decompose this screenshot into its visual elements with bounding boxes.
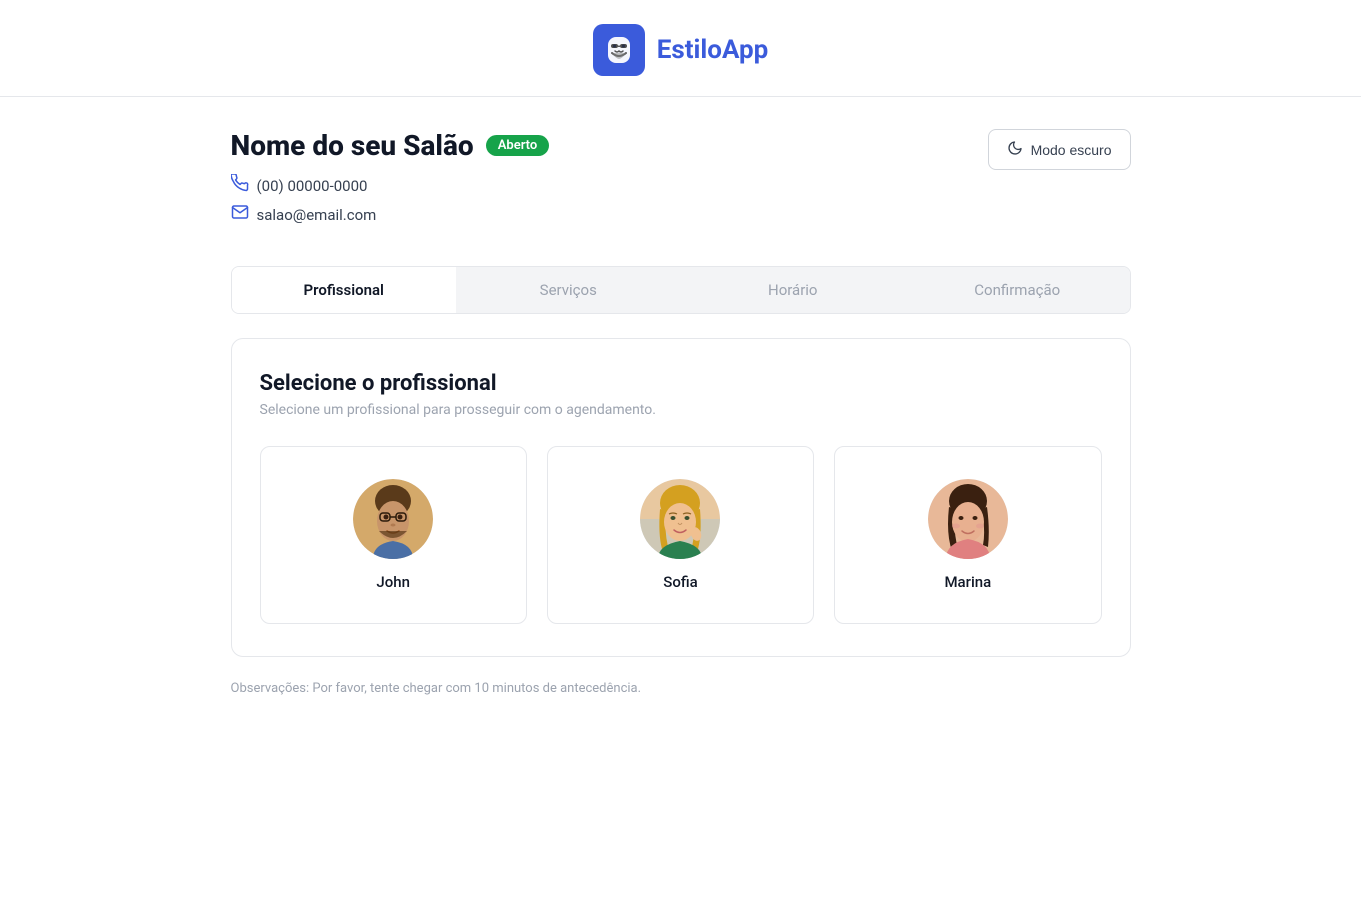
professionals-grid: John: [260, 446, 1102, 624]
avatar-sofia: [640, 479, 720, 559]
salon-title: Nome do seu Salão: [231, 129, 474, 162]
tab-profissional[interactable]: Profissional: [232, 267, 457, 313]
main-content: Nome do seu Salão Aberto (00) 00000-0000: [211, 97, 1151, 728]
professional-card-marina[interactable]: Marina: [834, 446, 1101, 624]
email-contact: salao@email.com: [231, 203, 550, 226]
moon-icon: [1007, 140, 1023, 159]
app-name-label: EstiloApp: [657, 35, 769, 65]
phone-value: (00) 00000-0000: [257, 177, 368, 195]
dark-mode-label: Modo escuro: [1031, 142, 1112, 158]
salon-header: Nome do seu Salão Aberto (00) 00000-0000: [231, 129, 1131, 254]
professional-name-marina: Marina: [944, 573, 991, 591]
avatar-marina: [928, 479, 1008, 559]
selection-title: Selecione o profissional: [260, 371, 1102, 396]
app-logo-icon: [593, 24, 645, 76]
selection-subtitle: Selecione um profissional para prossegui…: [260, 402, 1102, 418]
professional-name-john: John: [376, 573, 410, 591]
email-icon: [231, 203, 249, 226]
app-header: EstiloApp: [0, 0, 1361, 97]
avatar-john: [353, 479, 433, 559]
salon-contact: (00) 00000-0000 salao@email.com: [231, 174, 550, 226]
status-badge: Aberto: [486, 135, 550, 156]
tabs-container: Profissional Serviços Horário Confirmaçã…: [231, 266, 1131, 314]
salon-info: Nome do seu Salão Aberto (00) 00000-0000: [231, 129, 550, 254]
phone-icon: [231, 174, 249, 197]
selection-card: Selecione o profissional Selecione um pr…: [231, 338, 1131, 657]
tab-horario[interactable]: Horário: [681, 267, 906, 313]
professional-card-sofia[interactable]: Sofia: [547, 446, 814, 624]
professional-card-john[interactable]: John: [260, 446, 527, 624]
dark-mode-button[interactable]: Modo escuro: [988, 129, 1131, 170]
tab-servicos[interactable]: Serviços: [456, 267, 681, 313]
tab-confirmacao[interactable]: Confirmação: [905, 267, 1130, 313]
professional-name-sofia: Sofia: [663, 573, 697, 591]
observation-text: Observações: Por favor, tente chegar com…: [231, 681, 1131, 696]
email-value: salao@email.com: [257, 206, 377, 224]
salon-title-row: Nome do seu Salão Aberto: [231, 129, 550, 162]
phone-contact: (00) 00000-0000: [231, 174, 550, 197]
